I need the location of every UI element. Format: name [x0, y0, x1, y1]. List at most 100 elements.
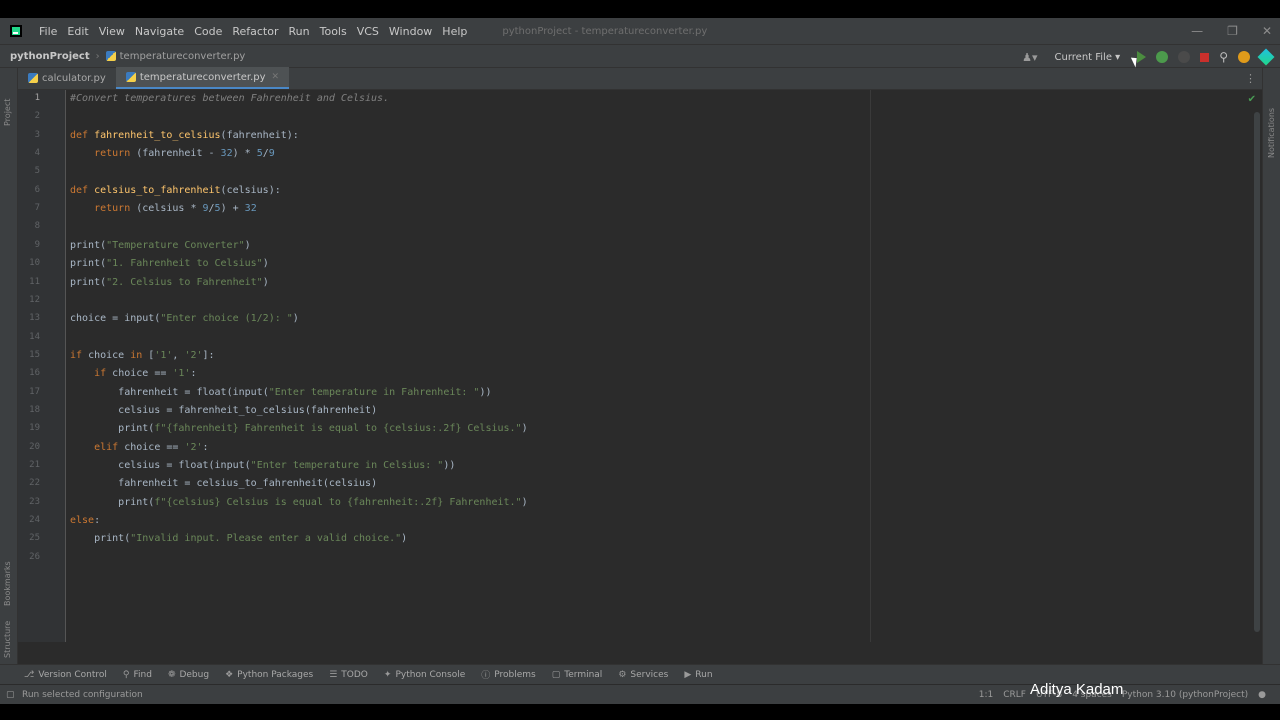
- menu-code[interactable]: Code: [189, 25, 227, 38]
- restore-icon[interactable]: ❐: [1227, 24, 1238, 38]
- code-punctuation: ) +: [220, 203, 245, 215]
- coverage-icon[interactable]: [1178, 51, 1191, 63]
- code-line[interactable]: if choice == '1':: [70, 368, 196, 379]
- code-punctuation: ]:: [202, 349, 215, 361]
- tool-services[interactable]: ⚙ Services: [618, 670, 668, 680]
- code-line[interactable]: #Convert temperatures between Fahrenheit…: [70, 93, 389, 104]
- code-line[interactable]: else:: [70, 515, 100, 526]
- code-punctuation: [70, 478, 118, 489]
- code-line[interactable]: if choice in ['1', '2']:: [70, 350, 215, 361]
- menu-tools[interactable]: Tools: [315, 25, 352, 38]
- menu-file[interactable]: File: [34, 25, 62, 38]
- user-icon[interactable]: ♟▾: [1022, 51, 1037, 64]
- code-identifier: fahrenheit: [310, 404, 372, 416]
- caret-position[interactable]: 1:1: [979, 690, 993, 700]
- code-line[interactable]: celsius = fahrenheit_to_celsius(fahrenhe…: [70, 405, 377, 416]
- inspection-ok-icon[interactable]: ✔: [1248, 94, 1256, 105]
- jetbrains-icon[interactable]: [1257, 48, 1275, 66]
- code-editor[interactable]: 1 2 3 4 5 6 7 8 9 10 11 12 13 14 15 16 17 18 19 20 21 22 23 24 2…: [18, 90, 1262, 642]
- run-config-select[interactable]: Current File ▾: [1048, 50, 1128, 65]
- pycharm-logo-icon[interactable]: [10, 25, 22, 37]
- code-line[interactable]: return (celsius * 9/5) + 32: [70, 203, 257, 214]
- menu-navigate[interactable]: Navigate: [130, 25, 189, 38]
- line-number: 7: [34, 203, 40, 214]
- code-string: "Temperature Converter": [106, 239, 245, 251]
- status-toggle-icon[interactable]: ▢: [6, 690, 15, 700]
- line-number: 24: [29, 515, 40, 526]
- code-line[interactable]: print("1. Fahrenheit to Celsius"): [70, 258, 269, 269]
- debug-icon[interactable]: [1156, 51, 1169, 63]
- code-line[interactable]: elif choice == '2':: [70, 442, 208, 453]
- lock-icon[interactable]: ●: [1258, 690, 1266, 700]
- bookmarks-tool-tab[interactable]: Bookmarks: [3, 561, 12, 606]
- code-line[interactable]: choice = input("Enter choice (1/2): "): [70, 313, 299, 324]
- interpreter-selector[interactable]: Python 3.10 (pythonProject): [1122, 690, 1248, 700]
- notifications-tool-tab[interactable]: Notifications: [1267, 108, 1276, 158]
- stop-icon[interactable]: [1200, 52, 1210, 62]
- menu-run[interactable]: Run: [284, 25, 315, 38]
- code-area[interactable]: #Convert temperatures between Fahrenheit…: [70, 90, 1248, 642]
- code-line[interactable]: print("2. Celsius to Fahrenheit"): [70, 277, 269, 288]
- code-keyword: else: [70, 515, 95, 527]
- menu-help[interactable]: Help: [437, 25, 472, 38]
- code-keyword: return: [94, 148, 131, 160]
- code-line[interactable]: fahrenheit = celsius_to_fahrenheit(celsi…: [70, 478, 377, 489]
- menu-refactor[interactable]: Refactor: [227, 25, 283, 38]
- code-punctuation: [70, 368, 94, 379]
- search-icon[interactable]: ⚲: [1219, 50, 1228, 64]
- tool-python-console[interactable]: ✦ Python Console: [384, 670, 465, 680]
- line-number: 21: [29, 460, 40, 470]
- package-icon: ❖: [225, 669, 234, 680]
- more-tabs-icon[interactable]: ⋮: [1245, 72, 1256, 85]
- project-tool-tab[interactable]: Project: [3, 99, 12, 126]
- line-number: 6: [34, 184, 40, 195]
- menu-vcs[interactable]: VCS: [352, 25, 384, 38]
- code-line[interactable]: celsius = float(input("Enter temperature…: [70, 460, 455, 471]
- video-watermark: Aditya Kadam: [1030, 681, 1124, 698]
- code-keyword: def: [70, 184, 89, 196]
- breadcrumb-file[interactable]: temperatureconverter.py: [105, 51, 245, 62]
- run-config-label: Current File: [1054, 51, 1112, 63]
- tool-debug[interactable]: ❁ Debug: [168, 670, 209, 680]
- tool-version-control[interactable]: ⎇ Version Control: [24, 670, 107, 680]
- tool-python-packages[interactable]: ❖ Python Packages: [225, 670, 313, 680]
- line-number: 15: [29, 349, 40, 360]
- code-punctuation: ): [292, 313, 299, 325]
- code-line[interactable]: fahrenheit = float(input("Enter temperat…: [70, 387, 491, 398]
- tool-terminal[interactable]: ▢ Terminal: [552, 670, 603, 680]
- updates-icon[interactable]: [1238, 51, 1250, 63]
- code-punctuation: *: [184, 203, 203, 215]
- tool-find[interactable]: ⚲ Find: [123, 670, 152, 680]
- code-line[interactable]: def fahrenheit_to_celsius(fahrenheit):: [70, 130, 299, 141]
- code-punctuation: ): [521, 496, 528, 508]
- tool-todo[interactable]: ☰ TODO: [329, 670, 368, 680]
- services-icon: ⚙: [618, 669, 627, 680]
- code-punctuation: :: [94, 515, 101, 527]
- structure-tool-tab[interactable]: Structure: [3, 621, 12, 658]
- line-separator[interactable]: CRLF: [1003, 690, 1026, 700]
- code-number: 32: [220, 148, 233, 160]
- tool-run[interactable]: ▶ Run: [684, 670, 712, 680]
- tool-problems[interactable]: ⓘ Problems: [481, 668, 536, 682]
- code-line[interactable]: print(f"{celsius} Celsius is equal to {f…: [70, 496, 528, 508]
- code-line[interactable]: return (fahrenheit - 32) * 5/9: [70, 148, 275, 159]
- code-line[interactable]: print("Invalid input. Please enter a val…: [70, 533, 407, 544]
- editor-scrollbar[interactable]: [1254, 112, 1260, 632]
- minimize-icon[interactable]: —: [1191, 24, 1203, 38]
- menu-view[interactable]: View: [94, 25, 130, 38]
- tab-close-icon[interactable]: ✕: [272, 72, 280, 82]
- code-punctuation: [70, 460, 118, 471]
- code-builtin: print: [70, 276, 101, 288]
- tab-temperatureconverter[interactable]: temperatureconverter.py ✕: [115, 67, 290, 89]
- menu-edit[interactable]: Edit: [62, 25, 93, 38]
- code-line[interactable]: def celsius_to_fahrenheit(celsius):: [70, 185, 281, 196]
- code-identifier: celsius: [226, 184, 269, 196]
- menu-window[interactable]: Window: [384, 25, 437, 38]
- code-line[interactable]: print(f"{fahrenheit} Fahrenheit is equal…: [70, 423, 527, 434]
- status-message: Run selected configuration: [22, 689, 143, 700]
- breadcrumb-project[interactable]: pythonProject: [10, 51, 90, 62]
- code-line[interactable]: print("Temperature Converter"): [70, 240, 251, 251]
- close-icon[interactable]: ✕: [1262, 24, 1272, 38]
- line-number-gutter: 1 2 3 4 5 6 7 8 9 10 11 12 13 14 15 16 17 18 19 20 21 22 23 24 2…: [18, 90, 66, 642]
- tab-calculator[interactable]: calculator.py: [18, 67, 116, 89]
